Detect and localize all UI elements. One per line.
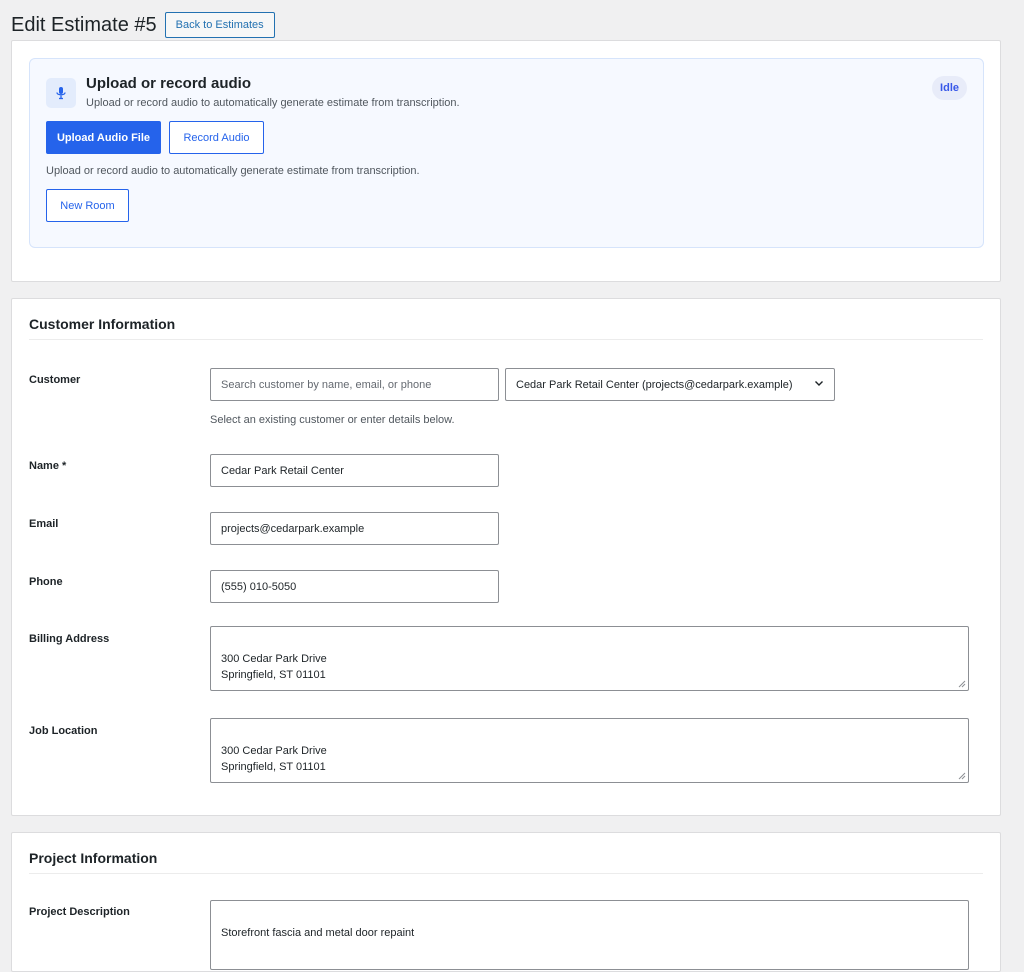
status-badge: Idle [932, 76, 967, 100]
email-label: Email [29, 518, 59, 530]
project-description-value: Storefront fascia and metal door repaint [221, 927, 415, 939]
customer-info-card: Customer Information Customer Cedar Park… [11, 298, 1001, 816]
upload-audio-button[interactable]: Upload Audio File [46, 121, 161, 154]
phone-field[interactable]: (555) 010-5050 [210, 570, 499, 603]
back-to-estimates-button[interactable]: Back to Estimates [164, 12, 275, 38]
project-description-field[interactable]: Storefront fascia and metal door repaint [210, 900, 969, 970]
email-field[interactable]: projects@cedarpark.example [210, 512, 499, 545]
phone-label: Phone [29, 576, 63, 588]
customer-select-value: Cedar Park Retail Center (projects@cedar… [516, 378, 793, 391]
project-info-card: Project Information Project Description … [11, 832, 1001, 972]
section-title-project: Project Information [29, 850, 158, 866]
section-title-customer: Customer Information [29, 316, 176, 332]
new-room-button[interactable]: New Room [46, 189, 129, 222]
job-location-label: Job Location [29, 725, 98, 737]
audio-title: Upload or record audio [86, 75, 252, 92]
billing-address-value: 300 Cedar Park Drive Springfield, ST 011… [221, 653, 327, 681]
page-title: Edit Estimate #5 [11, 14, 157, 36]
name-field[interactable]: Cedar Park Retail Center [210, 454, 499, 487]
billing-address-field[interactable]: 300 Cedar Park Drive Springfield, ST 011… [210, 626, 969, 691]
chevron-down-icon [814, 378, 824, 391]
name-label: Name * [29, 460, 67, 472]
customer-label: Customer [29, 374, 81, 386]
record-audio-button[interactable]: Record Audio [169, 121, 264, 154]
audio-panel: Upload or record audio Upload or record … [29, 58, 984, 248]
customer-select[interactable]: Cedar Park Retail Center (projects@cedar… [505, 368, 835, 401]
audio-card: Upload or record audio Upload or record … [11, 40, 1001, 282]
audio-subtitle: Upload or record audio to automatically … [86, 97, 460, 109]
section-divider [29, 339, 983, 340]
resize-handle-icon[interactable] [958, 772, 966, 780]
billing-address-label: Billing Address [29, 633, 110, 645]
customer-help-text: Select an existing customer or enter det… [210, 414, 455, 426]
job-location-field[interactable]: 300 Cedar Park Drive Springfield, ST 011… [210, 718, 969, 783]
page-header: Edit Estimate #5 Back to Estimates [11, 12, 275, 38]
resize-handle-icon[interactable] [958, 680, 966, 688]
customer-search-input[interactable] [210, 368, 499, 401]
audio-help-text: Upload or record audio to automatically … [46, 165, 420, 177]
section-divider [29, 873, 983, 874]
project-description-label: Project Description [29, 906, 130, 918]
job-location-value: 300 Cedar Park Drive Springfield, ST 011… [221, 745, 327, 773]
microphone-icon [46, 78, 76, 108]
